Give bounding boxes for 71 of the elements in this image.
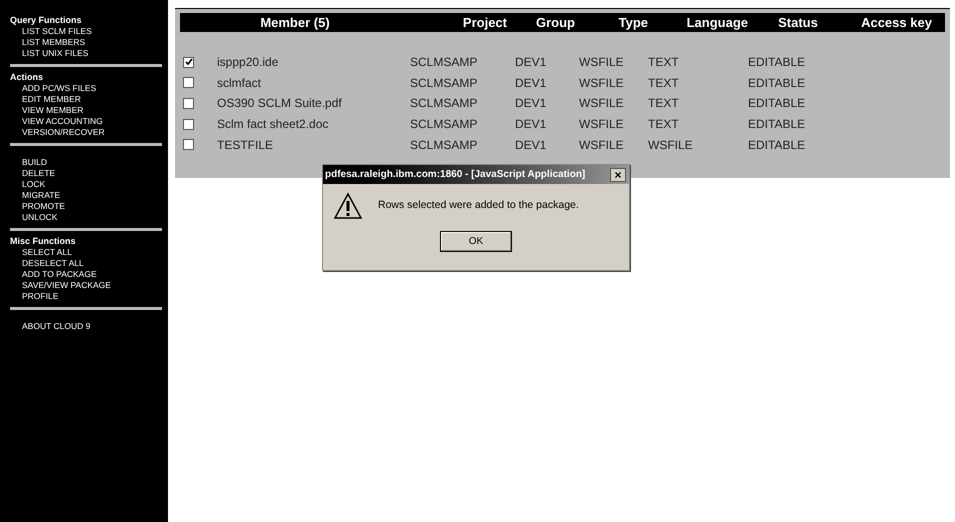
sidebar-link[interactable]: EDIT MEMBER [22,94,81,105]
table-cell-text: WSFILE [648,136,694,154]
table-cell-text: WSFILE [579,116,625,134]
sidebar-link[interactable]: PROMOTE [22,201,65,212]
sidebar-link[interactable]: LIST UNIX FILES [22,48,88,59]
sidebar-link[interactable]: DESELECT ALL [22,258,84,269]
sidebar-link[interactable]: DELETE [22,168,56,179]
sidebar-link[interactable]: PROFILE [22,291,58,302]
sidebar-link[interactable]: SELECT ALL [22,247,72,258]
row-checkbox[interactable] [183,139,194,150]
table-cell-text: WSFILE [579,74,625,92]
sidebar-link[interactable]: VIEW ACCOUNTING [22,116,103,127]
table-cell-text: SCLMSAMP [410,136,478,154]
table-cell-text: isppp20.ide [217,54,280,72]
column-header: Member (5) [259,14,331,32]
table-cell-text: TEXT [648,54,680,72]
column-header: Project [462,14,508,32]
table-cell-text: TEXT [648,95,680,112]
column-header: Type [618,14,648,32]
table-cell-text: DEV1 [515,136,548,154]
table-cell-text: SCLMSAMP [410,74,478,92]
column-header: Access key [860,14,933,32]
column-header: Group [535,14,576,32]
section-heading: Misc Functions [10,236,77,247]
sidebar-link[interactable]: LIST SCLM FILES [22,26,92,37]
sidebar-link[interactable]: ABOUT CLOUD 9 [22,321,90,332]
sidebar-link[interactable]: SAVE/VIEW PACKAGE [22,280,111,291]
table-cell-text: sclmfact [217,74,262,92]
table-cell-text: WSFILE [579,136,625,154]
column-header: Status [777,14,819,32]
sidebar-link[interactable]: MIGRATE [22,190,60,201]
ok-button[interactable]: OK [440,231,512,252]
table-cell-text: DEV1 [515,95,548,112]
dialog-message: Rows selected were added to the package. [378,198,579,214]
table-cell-text: EDITABLE [748,136,806,154]
sidebar-link[interactable]: LOCK [22,179,46,190]
table-cell-text: TEXT [648,116,680,134]
close-button[interactable]: × [610,168,626,182]
sidebar-link[interactable]: VIEW MEMBER [22,105,84,116]
row-checkbox[interactable] [183,56,194,68]
dialog-title: pdfesa.raleigh.ibm.com:1860 - [JavaScript Application] [325,168,586,182]
table-cell-text: DEV1 [515,54,548,72]
table-cell-text: DEV1 [515,74,548,92]
table-cell-text: EDITABLE [748,95,806,112]
table-cell-text: OS390 SCLM Suite.pdf [217,95,343,112]
row-checkbox[interactable] [183,118,194,130]
table-cell-text: SCLMSAMP [410,95,478,112]
check-icon [184,58,192,66]
table-cell-text: WSFILE [579,95,625,112]
row-checkbox[interactable] [183,77,194,88]
row-checkbox[interactable] [183,98,194,109]
table-cell-text: Sclm fact sheet2.doc [217,116,330,134]
section-heading: Query Functions [10,15,83,26]
section-heading: Actions [10,72,44,83]
table-cell-text: EDITABLE [748,116,806,134]
sidebar-link[interactable]: UNLOCK [22,212,58,223]
table-cell-text: SCLMSAMP [410,116,478,134]
table-cell-text: EDITABLE [748,74,806,92]
sidebar-link[interactable]: ADD TO PACKAGE [22,269,97,280]
table-cell-text: WSFILE [579,54,625,72]
sidebar-link[interactable]: LIST MEMBERS [22,37,86,48]
sidebar-link[interactable]: VERSION/RECOVER [22,127,105,138]
sidebar-link[interactable]: ADD PC/WS FILES [22,83,96,94]
sidebar-link[interactable]: BUILD [22,157,48,168]
table-cell-text: EDITABLE [748,54,806,72]
table-cell-text: TESTFILE [217,136,274,154]
column-header: Language [686,14,748,32]
table-cell-text: SCLMSAMP [410,54,478,72]
table-cell-text: DEV1 [515,116,548,134]
warning-icon [333,192,363,220]
table-cell-text: TEXT [648,74,680,92]
